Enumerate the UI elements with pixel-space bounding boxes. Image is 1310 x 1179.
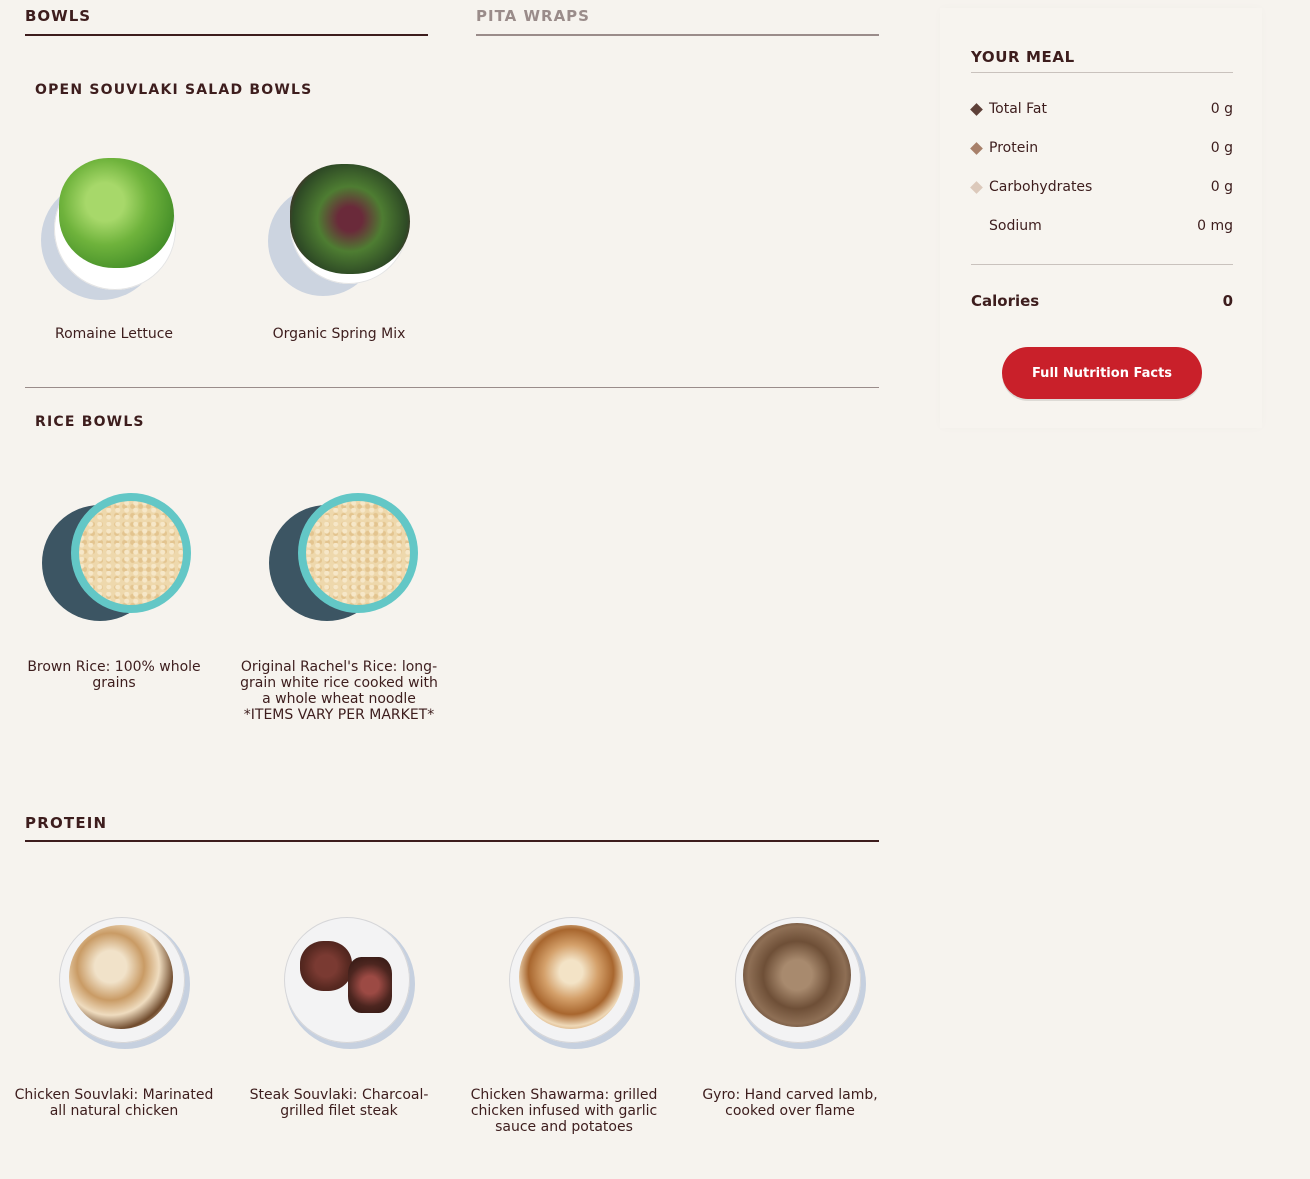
- spring-mix-image: [264, 150, 414, 300]
- nutrient-value: 0 g: [1210, 101, 1233, 117]
- calories-value: 0: [1222, 292, 1233, 310]
- diamond-icon: [970, 103, 983, 116]
- nutrient-row-protein: Protein 0 g: [970, 140, 1233, 160]
- item-label: Gyro: Hand carved lamb, cooked over flam…: [702, 1087, 878, 1119]
- nutrient-name: Sodium: [989, 218, 1042, 234]
- menu-item-gyro[interactable]: Gyro: Hand carved lamb, cooked over flam…: [690, 911, 890, 1119]
- nutrient-name: Carbohydrates: [989, 179, 1093, 195]
- nutrient-value: 0 g: [1210, 179, 1233, 195]
- diamond-icon: [970, 181, 983, 194]
- section-divider: [25, 387, 879, 388]
- menu-item-romaine-lettuce[interactable]: Romaine Lettuce: [14, 150, 214, 342]
- nutrient-name: Protein: [989, 140, 1039, 156]
- item-label: Romaine Lettuce: [54, 326, 174, 342]
- brown-rice-image: [39, 483, 191, 633]
- page: BOWLS PITA WRAPS OPEN SOUVLAKI SALAD BOW…: [0, 0, 1310, 1179]
- item-label: Organic Spring Mix: [272, 326, 406, 342]
- menu-item-chicken-shawarma[interactable]: Chicken Shawarma: grilled chicken infuse…: [464, 911, 664, 1135]
- chicken-souvlaki-image: [39, 911, 189, 1061]
- full-nutrition-facts-button[interactable]: Full Nutrition Facts: [1002, 347, 1202, 399]
- chicken-shawarma-image: [489, 911, 639, 1061]
- item-label: Chicken Shawarma: grilled chicken infuse…: [470, 1087, 658, 1135]
- section-heading-rice-bowls: RICE BOWLS: [35, 414, 145, 430]
- menu-item-steak-souvlaki[interactable]: Steak Souvlaki: Charcoal-grilled filet s…: [239, 911, 439, 1119]
- item-label: Brown Rice: 100% whole grains: [27, 659, 201, 691]
- menu-item-brown-rice[interactable]: Brown Rice: 100% whole grains: [14, 483, 214, 691]
- meal-summary-title: YOUR MEAL: [971, 48, 1233, 73]
- nutrient-value: 0 g: [1210, 140, 1233, 156]
- romaine-lettuce-image: [39, 150, 189, 300]
- rachels-rice-image: [264, 483, 418, 633]
- nutrient-name: Total Fat: [989, 101, 1047, 117]
- tab-pita-wraps[interactable]: PITA WRAPS: [476, 0, 879, 36]
- tab-bowls[interactable]: BOWLS: [25, 0, 428, 36]
- section-heading-salad-bowls: OPEN SOUVLAKI SALAD BOWLS: [35, 82, 313, 98]
- item-label: Chicken Souvlaki: Marinated all natural …: [14, 1087, 214, 1119]
- calories-row: Calories 0: [971, 292, 1233, 310]
- menu-item-chicken-souvlaki[interactable]: Chicken Souvlaki: Marinated all natural …: [14, 911, 214, 1119]
- menu-item-organic-spring-mix[interactable]: Organic Spring Mix: [239, 150, 439, 342]
- section-heading-protein: PROTEIN: [25, 812, 879, 842]
- gyro-image: [715, 911, 865, 1061]
- nutrient-value: 0 mg: [1197, 218, 1233, 234]
- nutrient-row-carbohydrates: Carbohydrates 0 g: [970, 179, 1233, 199]
- item-label: Steak Souvlaki: Charcoal-grilled filet s…: [249, 1087, 429, 1119]
- nutrient-row-total-fat: Total Fat 0 g: [970, 101, 1233, 121]
- sidebar-divider: [971, 264, 1233, 265]
- item-label: Original Rachel's Rice: long-grain white…: [240, 659, 438, 723]
- calories-label: Calories: [971, 292, 1040, 310]
- nutrient-row-sodium: Sodium 0 mg: [971, 218, 1233, 238]
- meal-summary-panel: YOUR MEAL Total Fat 0 g Protein 0 g Carb…: [940, 8, 1262, 428]
- steak-souvlaki-image: [264, 911, 414, 1061]
- diamond-icon: [970, 142, 983, 155]
- menu-item-original-rachels-rice[interactable]: Original Rachel's Rice: long-grain white…: [239, 483, 439, 723]
